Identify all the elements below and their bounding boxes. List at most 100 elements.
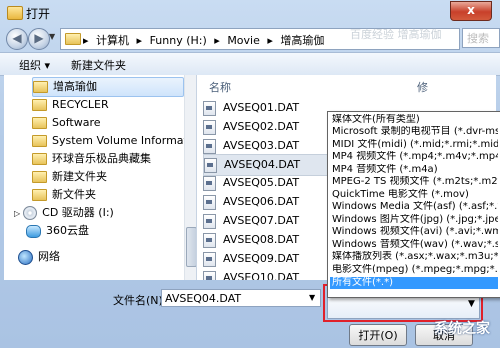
nav-item-label: CD 驱动器 (I:) (42, 206, 114, 219)
breadcrumb-movie[interactable]: Movie (227, 34, 260, 47)
open-file-dialog: 打开 x ◀ ▶ ▼ ▸ 计算机 ▸ Funny (H:) ▸ Movie ▸ … (0, 0, 500, 348)
nav-item-label: System Volume Information (52, 134, 197, 147)
file-row[interactable]: AVSEQ03.DAT (203, 136, 328, 156)
dat-file-icon (203, 138, 216, 154)
open-button[interactable]: 打开(O) (349, 324, 407, 346)
breadcrumb-separator: ▸ (83, 34, 89, 47)
nav-item-label: 新建文件夹 (52, 170, 107, 183)
nav-item-label: 网络 (38, 250, 60, 263)
folder-icon (32, 117, 47, 129)
filetype-option[interactable]: Microsoft 录制的电视节目 (*.dvr-ms;*. (330, 126, 498, 138)
expand-arrow-icon[interactable]: ▷ (14, 209, 20, 218)
back-button[interactable]: ◀ (6, 28, 28, 50)
nav-item-current-folder[interactable]: 增高瑜伽 (32, 77, 184, 97)
filetype-option[interactable]: Windows Media 文件(asf) (*.asf;*.wm; (330, 201, 498, 213)
search-input[interactable]: 搜索 (462, 28, 500, 48)
nav-item-label: 新文件夹 (52, 188, 96, 201)
nav-item-label: RECYCLER (52, 98, 109, 111)
command-toolbar: 组织 ▾ 新建文件夹 (0, 52, 500, 76)
file-row[interactable]: AVSEQ07.DAT (203, 211, 328, 231)
nav-item-cd-drive[interactable]: ▷ CD 驱动器 (I:) (14, 204, 114, 222)
network-icon (18, 249, 33, 265)
window-title: 打开 (26, 7, 51, 21)
folder-icon (32, 99, 47, 111)
dat-file-icon (203, 194, 216, 210)
nav-item-label: 环球音乐极品典藏集 (52, 152, 151, 165)
file-name: AVSEQ04.DAT (224, 158, 301, 171)
folder-icon (7, 6, 23, 20)
filetype-option[interactable]: QuickTime 电影文件 (*.mov) (330, 189, 498, 201)
file-row[interactable]: AVSEQ10.DAT (203, 268, 328, 280)
file-row[interactable]: AVSEQ05.DAT (203, 173, 328, 193)
organize-button[interactable]: 组织 ▾ (19, 57, 50, 73)
nav-scrollbar[interactable] (184, 75, 196, 280)
nav-item-new-folder-2[interactable]: 新文件夹 (32, 186, 96, 204)
title-bar: 打开 x (0, 0, 500, 26)
folder-icon (32, 135, 47, 147)
nav-item-network[interactable]: 网络 (18, 248, 60, 266)
filename-input[interactable]: AVSEQ04.DAT (161, 289, 321, 307)
file-name: AVSEQ07.DAT (223, 214, 300, 227)
nav-item-360-cloud[interactable]: 360云盘 (26, 222, 89, 240)
breadcrumb-separator: ▸ (136, 34, 143, 47)
filetype-option[interactable]: Windows 视频文件(avi) (*.avi;*.wmv) (330, 226, 498, 238)
file-row[interactable]: AVSEQ06.DAT (203, 192, 328, 212)
filetype-dropdown-list[interactable]: 媒体文件(所有类型) Microsoft 录制的电视节目 (*.dvr-ms;*… (327, 111, 500, 298)
history-dropdown-icon[interactable]: ▼ (49, 32, 55, 41)
nav-item-label: Software (52, 116, 101, 129)
file-name: AVSEQ08.DAT (223, 233, 300, 246)
nav-scrollbar-thumb[interactable] (186, 227, 196, 267)
column-header-modified[interactable]: 修 (417, 79, 428, 95)
breadcrumb-current[interactable]: 增高瑜伽 (280, 34, 324, 47)
filetype-option[interactable]: MPEG-2 TS 视频文件 (*.m2ts;*.m2t;*. (330, 176, 498, 188)
dat-file-icon (203, 100, 216, 116)
folder-icon (32, 189, 47, 201)
column-header-name[interactable]: 名称 (209, 79, 231, 95)
filetype-option[interactable]: Windows 音频文件(wav) (*.wav;*.snd; (330, 239, 498, 251)
nav-item-new-folder[interactable]: 新建文件夹 (32, 168, 107, 186)
filetype-option[interactable]: 电影文件(mpeg) (*.mpeg;*.mpg;*.m1v (330, 264, 498, 276)
filetype-option[interactable]: 媒体文件(所有类型) (330, 114, 498, 126)
file-name: AVSEQ03.DAT (223, 139, 300, 152)
filetype-option[interactable]: 媒体播放列表 (*.asx;*.wax;*.m3u;*.wpl (330, 251, 498, 263)
file-name: AVSEQ02.DAT (223, 120, 300, 133)
close-button[interactable]: x (450, 1, 492, 21)
nav-item-music-collection[interactable]: 环球音乐极品典藏集 (32, 150, 151, 168)
filetype-option[interactable]: MP4 视频文件 (*.mp4;*.m4v;*.mp4v;*. (330, 151, 498, 163)
breadcrumb-separator: ▸ (214, 34, 220, 47)
file-name: AVSEQ06.DAT (223, 195, 300, 208)
filename-label: 文件名(N): (113, 294, 167, 307)
nav-item-recycler[interactable]: RECYCLER (32, 96, 109, 114)
file-name: AVSEQ05.DAT (223, 176, 300, 189)
breadcrumb: ▸ 计算机 ▸ Funny (H:) ▸ Movie ▸ 增高瑜伽 (83, 32, 328, 48)
watermark-logo: 系统之家 (434, 321, 490, 337)
dat-file-icon (203, 270, 216, 280)
filetype-option[interactable]: Windows 图片文件(jpg) (*.jpg;*.jpeg) (330, 214, 498, 226)
nav-item-system-volume[interactable]: System Volume Information (32, 132, 197, 150)
filetype-option[interactable]: MIDI 文件(midi) (*.mid;*.rmi;*.midi) (330, 139, 498, 151)
filetype-option[interactable]: MP4 音频文件 (*.m4a) (330, 164, 498, 176)
folder-icon (65, 33, 81, 45)
dat-file-icon (203, 213, 216, 229)
file-row[interactable]: AVSEQ09.DAT (203, 249, 328, 269)
filetype-option-selected[interactable]: 所有文件(*.*) (330, 277, 498, 289)
forward-button[interactable]: ▶ (28, 28, 50, 50)
watermark-text: 百度经验 增高瑜伽 (350, 28, 442, 41)
new-folder-button[interactable]: 新建文件夹 (71, 57, 126, 73)
breadcrumb-separator: ▸ (267, 34, 273, 47)
file-row[interactable]: AVSEQ01.DAT (203, 98, 328, 118)
chevron-down-icon[interactable]: ▼ (309, 293, 315, 302)
file-name: AVSEQ01.DAT (223, 101, 300, 114)
folder-icon (33, 81, 48, 93)
file-row[interactable]: AVSEQ02.DAT (203, 117, 328, 137)
nav-item-software[interactable]: Software (32, 114, 101, 132)
folder-icon (32, 171, 47, 183)
nav-item-label: 360云盘 (46, 224, 89, 237)
dat-file-icon (203, 251, 216, 267)
breadcrumb-computer[interactable]: 计算机 (96, 34, 129, 47)
cloud-drive-icon (26, 224, 41, 238)
file-row[interactable]: AVSEQ08.DAT (203, 230, 328, 250)
navigation-pane: 增高瑜伽 RECYCLER Software System Volume Inf… (4, 75, 197, 280)
cd-drive-icon (23, 206, 38, 220)
breadcrumb-drive[interactable]: Funny (H:) (150, 34, 207, 47)
